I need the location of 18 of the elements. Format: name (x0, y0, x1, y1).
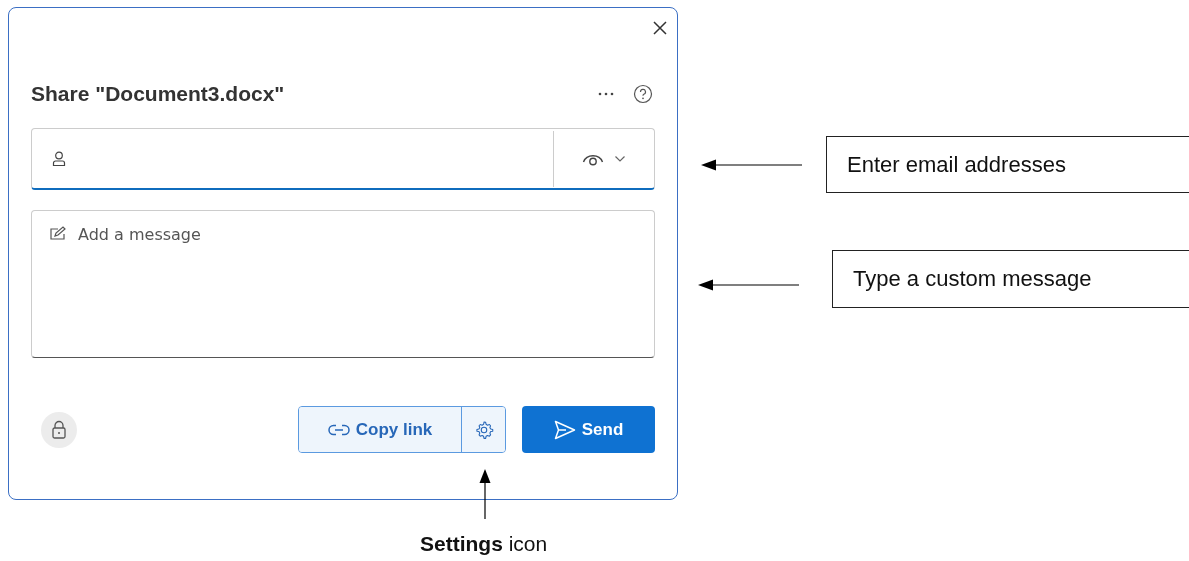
arrow-icon (698, 278, 799, 292)
send-button[interactable]: Send (522, 406, 655, 453)
chevron-down-icon (614, 154, 626, 163)
message-field[interactable]: Add a message (31, 210, 655, 358)
settings-icon[interactable] (461, 407, 505, 452)
arrow-icon (701, 158, 802, 172)
arrow-icon (478, 469, 492, 519)
email-field[interactable] (31, 128, 655, 190)
callout-label: Type a custom message (832, 250, 1189, 308)
dialog-title: Share "Document3.docx" (31, 82, 285, 106)
lock-icon[interactable] (41, 411, 77, 448)
caption-label: Settings icon (420, 532, 548, 556)
send-icon (553, 419, 576, 440)
edit-icon (49, 226, 67, 242)
link-icon (327, 423, 350, 436)
help-icon[interactable] (631, 82, 655, 106)
callout-label: Enter email addresses (826, 136, 1189, 193)
person-icon (52, 150, 66, 167)
